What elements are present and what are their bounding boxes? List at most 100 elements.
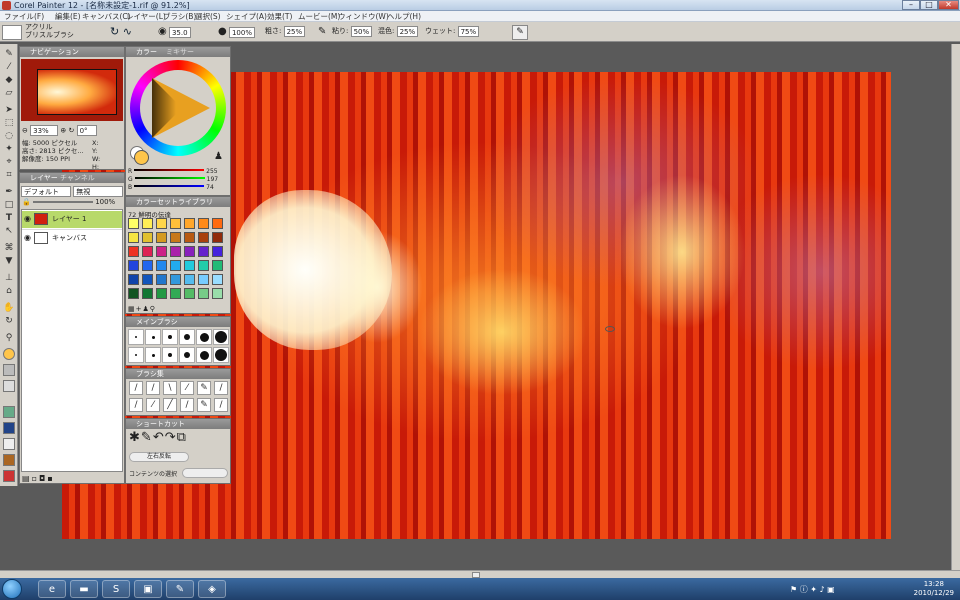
transform-icon[interactable]: ⌖	[3, 156, 15, 168]
dropper-icon[interactable]: ✎	[318, 25, 326, 38]
color-swatch[interactable]	[198, 274, 209, 285]
color-swatch[interactable]	[156, 274, 167, 285]
menu-layers[interactable]: レイヤー(L)	[126, 11, 166, 22]
brush-size-preset[interactable]	[145, 329, 161, 345]
brush-size-preset[interactable]	[213, 329, 229, 345]
color-swatch[interactable]	[198, 260, 209, 271]
menu-window[interactable]: ウィンドウ(W)	[338, 11, 389, 22]
tab-color[interactable]: カラー	[136, 48, 157, 56]
brush-size-preset[interactable]	[128, 329, 144, 345]
eye-icon[interactable]: ◉	[24, 214, 31, 223]
lock-icon[interactable]: 🔒	[22, 198, 31, 206]
tray-icons[interactable]: ⚑ ⓘ ✦ ♪ ▣	[790, 584, 835, 595]
zoom-icon[interactable]: ⚲	[3, 332, 15, 344]
brush-icon[interactable]: /	[129, 398, 143, 412]
look-icon[interactable]	[3, 454, 15, 466]
brush-preview-icon[interactable]	[2, 25, 22, 40]
content-select-button[interactable]	[182, 468, 228, 478]
color-swatch[interactable]	[128, 246, 139, 257]
close-button[interactable]: ✕	[938, 0, 959, 10]
brush-icon[interactable]: ⁄	[146, 398, 160, 412]
redo-icon[interactable]: ↷	[165, 430, 177, 445]
color-swatch[interactable]	[156, 218, 167, 229]
brush-icon[interactable]: ╱	[163, 398, 177, 412]
stroke-type-icon[interactable]: ↻ ∿	[110, 25, 132, 38]
wet-control[interactable]: ウェット: 75%	[425, 25, 480, 38]
navigator-preview[interactable]	[21, 59, 123, 121]
menu-brushes[interactable]: ブラシ(B)	[163, 11, 196, 22]
nozzle-icon[interactable]	[3, 438, 15, 450]
color-swatch[interactable]	[198, 288, 209, 299]
g-value[interactable]: 197	[207, 176, 218, 183]
dropper-tool-icon[interactable]: ⁄	[3, 61, 15, 73]
painter-task-icon[interactable]: ✎	[166, 580, 194, 598]
brush-icon[interactable]: \	[163, 381, 177, 395]
lasso-icon[interactable]: ◌	[3, 130, 15, 142]
menu-canvas[interactable]: キャンバス(C)	[82, 11, 131, 22]
paper-texture-icon[interactable]	[3, 364, 15, 376]
brush-size-preset[interactable]	[162, 329, 178, 345]
mirror-icon[interactable]: ⊥	[3, 272, 15, 284]
color-swatch[interactable]	[184, 274, 195, 285]
magic-wand-icon[interactable]: ✦	[3, 143, 15, 155]
tab-layers[interactable]: レイヤー	[30, 174, 58, 182]
brush-size-preset[interactable]	[145, 347, 161, 363]
brush-size-preset[interactable]	[179, 347, 195, 363]
opacity-field[interactable]: 100%	[228, 26, 255, 38]
gradient-icon[interactable]	[3, 406, 15, 418]
brush-icon[interactable]: /	[180, 398, 194, 412]
brush-size-preset[interactable]	[213, 347, 229, 363]
brush-icon[interactable]: /	[214, 381, 228, 395]
pattern-icon[interactable]	[3, 380, 15, 392]
explorer-icon[interactable]: ▬	[70, 580, 98, 598]
color-swatch[interactable]	[128, 288, 139, 299]
menu-shapes[interactable]: シェイプ(A)	[226, 11, 267, 22]
brush-icon[interactable]: /	[129, 381, 143, 395]
color-swatch[interactable]	[170, 274, 181, 285]
new-layer-icon[interactable]: ▫	[32, 474, 39, 483]
b-slider[interactable]	[134, 185, 205, 187]
color-swatch[interactable]	[184, 232, 195, 243]
brush-icon[interactable]: ⁄	[180, 381, 194, 395]
brush-icon[interactable]: ✎	[197, 398, 211, 412]
color-swatch[interactable]	[142, 246, 153, 257]
color-swatch[interactable]	[170, 232, 181, 243]
rotate-page-icon[interactable]: ↻	[3, 315, 15, 327]
rotate-icon[interactable]: ↻	[68, 127, 74, 135]
flip-horizontal-button[interactable]: 左右反転	[129, 452, 189, 462]
color-swatch[interactable]	[184, 246, 195, 257]
color-swatch[interactable]	[184, 288, 195, 299]
menu-effects[interactable]: 効果(T)	[267, 11, 292, 22]
library-dropper-icon[interactable]: ♟	[143, 305, 150, 313]
brush-tool-icon[interactable]: ✎	[3, 48, 15, 60]
media-icon[interactable]	[3, 470, 15, 482]
menu-movie[interactable]: ムービー(M)	[298, 11, 340, 22]
eyedropper-icon[interactable]: ♟	[214, 151, 223, 162]
color-swatch[interactable]	[156, 260, 167, 271]
layer-opacity-slider[interactable]	[32, 201, 93, 203]
b-value[interactable]: 74	[206, 184, 214, 191]
rect-select-icon[interactable]: ⬚	[3, 117, 15, 129]
color-swatch[interactable]	[156, 232, 167, 243]
eye-icon[interactable]: ◉	[24, 233, 31, 242]
layer-adjuster-icon[interactable]: ➤	[3, 104, 15, 116]
rotate-field[interactable]: 0°	[76, 125, 97, 136]
vertical-scrollbar[interactable]	[951, 44, 960, 570]
resat-control[interactable]: 混色: 25%	[378, 25, 419, 38]
grain-field[interactable]: 50%	[350, 25, 373, 37]
color-swatch[interactable]	[142, 274, 153, 285]
rectangle-shape-icon[interactable]: □	[3, 199, 15, 211]
composite-method[interactable]: デフォルト	[21, 186, 71, 197]
color-swatch[interactable]	[212, 246, 223, 257]
color-swatch[interactable]	[170, 288, 181, 299]
zoom-out-icon[interactable]: ⊖	[22, 127, 28, 135]
tab-channels[interactable]: チャンネル	[60, 173, 95, 183]
layer-commands-icon[interactable]: ▤	[22, 474, 32, 483]
color-swatch[interactable]	[212, 260, 223, 271]
app-icon[interactable]: ▣	[134, 580, 162, 598]
color-swatch[interactable]	[212, 274, 223, 285]
color-swatch[interactable]	[128, 260, 139, 271]
grain-control[interactable]: 粘り: 50%	[332, 25, 373, 38]
menu-select[interactable]: 選択(S)	[195, 11, 221, 22]
wet-field[interactable]: 75%	[457, 25, 480, 37]
